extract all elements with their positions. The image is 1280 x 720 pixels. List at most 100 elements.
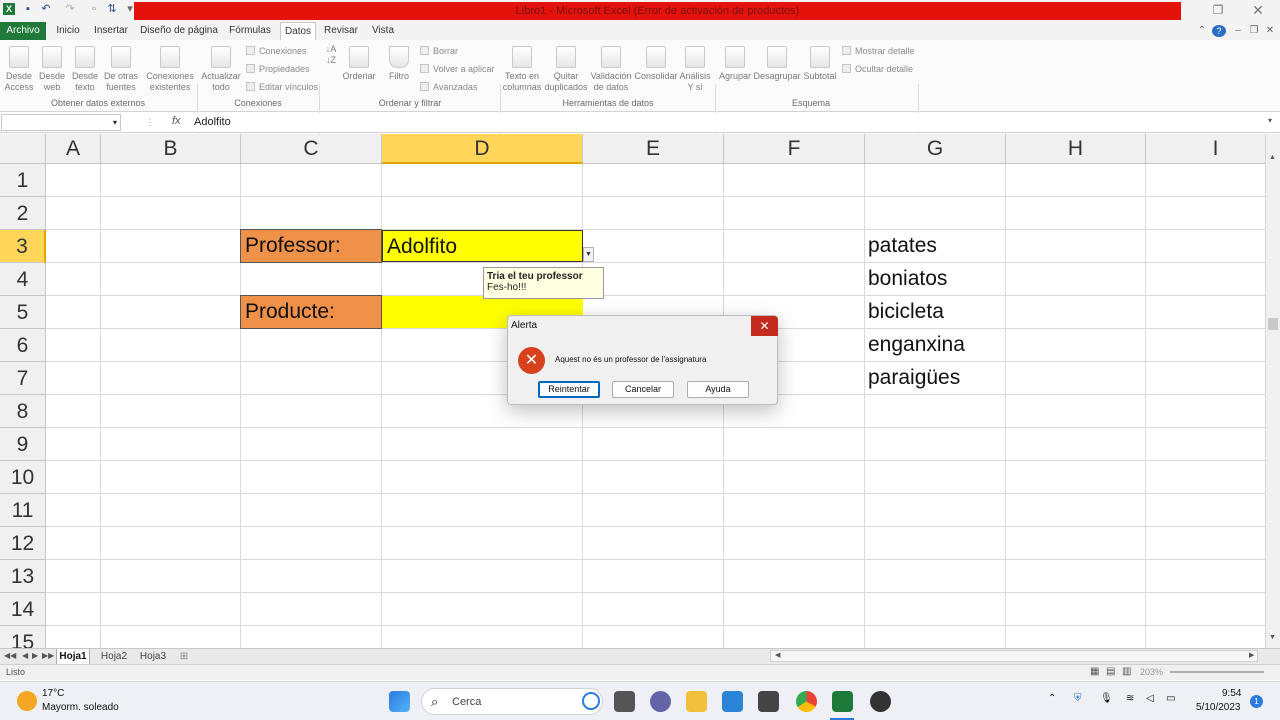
scroll-right-icon[interactable]: ▶ <box>1249 651 1254 659</box>
save-icon[interactable]: ▪ <box>22 3 34 15</box>
ribbon-restore-icon[interactable]: ❐ <box>1248 22 1260 40</box>
tab-archivo[interactable]: Archivo <box>0 22 46 40</box>
ungroup-button[interactable]: Desagrupar <box>753 46 801 82</box>
microphone-icon[interactable]: 🎙 <box>1100 693 1113 704</box>
row-header-14[interactable]: 14 <box>0 593 46 626</box>
column-header-e[interactable]: E <box>583 134 724 164</box>
properties-button[interactable]: Propiedades <box>246 63 310 75</box>
windows-start-icon[interactable] <box>389 691 410 712</box>
cell-g7[interactable]: paraigües <box>864 362 1005 395</box>
select-all-corner[interactable] <box>0 134 46 164</box>
hide-detail-button[interactable]: Ocultar detalle <box>842 63 913 75</box>
edit-links-button[interactable]: Editar vínculos <box>246 81 318 93</box>
clock-date[interactable]: 5/10/2023 <box>1196 702 1241 713</box>
tab-diseno-pagina[interactable]: Diseño de página <box>140 22 218 40</box>
page-layout-icon[interactable]: ▤ <box>1106 666 1115 677</box>
from-access-button[interactable]: Desde Access <box>4 46 34 93</box>
recorder-icon[interactable] <box>870 691 891 712</box>
weather-temp[interactable]: 17°C <box>42 688 64 699</box>
cell-g5[interactable]: bicicleta <box>864 296 1005 329</box>
filter-button[interactable]: Filtro <box>386 46 412 82</box>
close-window-icon[interactable]: ✕ <box>1248 3 1268 17</box>
sort-button[interactable]: Ordenar <box>342 46 376 82</box>
battery-icon[interactable]: ▭ <box>1166 693 1175 704</box>
open-icon[interactable]: ▫ <box>88 3 100 15</box>
show-detail-button[interactable]: Mostrar detalle <box>842 45 915 57</box>
from-text-button[interactable]: Desde texto <box>71 46 99 93</box>
remove-duplicates-button[interactable]: Quitar duplicados <box>544 46 588 93</box>
zoom-level[interactable]: 203% <box>1140 667 1163 677</box>
consolidate-button[interactable]: Consolidar <box>634 46 678 82</box>
help-button[interactable]: Ayuda <box>687 381 749 398</box>
restore-window-icon[interactable]: ❐ <box>1208 3 1228 17</box>
column-header-g[interactable]: G <box>865 134 1006 164</box>
cell-c3[interactable]: Professor: <box>240 229 382 263</box>
clear-button[interactable]: Borrar <box>420 45 458 57</box>
first-sheet-icon[interactable]: ◀◀ <box>4 651 16 660</box>
next-sheet-icon[interactable]: ▶ <box>32 651 38 660</box>
prev-sheet-icon[interactable]: ◀ <box>22 651 28 660</box>
wifi-icon[interactable]: ≋ <box>1126 693 1134 704</box>
scroll-down-icon[interactable]: ▼ <box>1269 634 1276 641</box>
notification-badge[interactable]: 1 <box>1250 695 1263 708</box>
name-box[interactable]: ▾ <box>1 114 121 131</box>
row-header-4[interactable]: 4 <box>0 263 46 296</box>
connections-button[interactable]: Conexiones <box>246 45 307 57</box>
page-break-icon[interactable]: ▥ <box>1122 666 1131 677</box>
excel-taskbar-icon[interactable] <box>832 691 853 712</box>
scrollbar-thumb[interactable] <box>1268 318 1278 330</box>
file-explorer-icon[interactable] <box>686 691 707 712</box>
chrome-icon[interactable] <box>796 691 817 712</box>
redo-icon[interactable]: ↷ <box>64 3 76 15</box>
undo-icon[interactable]: ↶ <box>40 3 52 15</box>
app-icon[interactable] <box>758 691 779 712</box>
row-header-11[interactable]: 11 <box>0 494 46 527</box>
row-header-12[interactable]: 12 <box>0 527 46 560</box>
group-button[interactable]: Agrupar <box>718 46 752 82</box>
minimize-ribbon-icon[interactable]: ⌃ <box>1196 22 1208 40</box>
column-header-f[interactable]: F <box>724 134 865 164</box>
normal-view-icon[interactable]: ▦ <box>1090 666 1099 677</box>
chevron-up-icon[interactable]: ⌃ <box>1048 693 1056 704</box>
task-view-icon[interactable] <box>614 691 635 712</box>
insert-sheet-icon[interactable]: ⊞ <box>176 649 192 664</box>
row-header-6[interactable]: 6 <box>0 329 46 362</box>
row-header-5[interactable]: 5 <box>0 296 46 329</box>
teams-chat-icon[interactable] <box>650 691 671 712</box>
weather-desc[interactable]: Mayorm. soleado <box>42 702 119 713</box>
row-header-7[interactable]: 7 <box>0 362 46 395</box>
taskbar-search[interactable]: ⌕ Cerca <box>421 688 603 715</box>
defender-icon[interactable]: ⛨ <box>1074 693 1082 704</box>
row-header-15[interactable]: 15 <box>0 626 46 648</box>
column-header-d[interactable]: D <box>382 134 583 164</box>
sort-icon[interactable]: ⇅ <box>106 3 118 15</box>
sheet-tab-hoja2[interactable]: Hoja2 <box>96 649 132 664</box>
store-icon[interactable] <box>722 691 743 712</box>
column-header-i[interactable]: I <box>1146 134 1265 164</box>
expand-formula-icon[interactable]: ▾ <box>1268 116 1272 125</box>
advanced-button[interactable]: Avanzadas <box>420 81 477 93</box>
subtotal-button[interactable]: Subtotal <box>802 46 838 82</box>
weather-icon[interactable] <box>17 691 37 711</box>
what-if-button[interactable]: Análisis Y si <box>679 46 711 93</box>
cell-c5[interactable]: Producte: <box>240 295 382 329</box>
last-sheet-icon[interactable]: ▶▶ <box>42 651 54 660</box>
cell-g4[interactable]: boniatos <box>864 263 1005 296</box>
ribbon-minimize-icon[interactable]: – <box>1232 22 1244 40</box>
zoom-slider[interactable] <box>1170 671 1264 673</box>
sort-az-icon[interactable]: ↓A ↓Z <box>325 44 337 66</box>
row-header-10[interactable]: 10 <box>0 461 46 494</box>
cell-g6[interactable]: enganxina <box>864 329 1005 362</box>
fx-icon[interactable]: fx <box>172 115 181 127</box>
formula-input[interactable]: Adolfito <box>190 114 1265 131</box>
sheet-tab-hoja3[interactable]: Hoja3 <box>136 649 170 664</box>
tab-revisar[interactable]: Revisar <box>322 22 360 40</box>
scroll-up-icon[interactable]: ▲ <box>1269 154 1276 161</box>
scroll-left-icon[interactable]: ◀ <box>775 651 780 659</box>
reapply-button[interactable]: Volver a aplicar <box>420 63 495 75</box>
tab-insertar[interactable]: Insertar <box>92 22 130 40</box>
row-header-1[interactable]: 1 <box>0 164 46 197</box>
other-sources-button[interactable]: De otras fuentes <box>102 46 140 93</box>
column-header-c[interactable]: C <box>241 134 382 164</box>
row-header-9[interactable]: 9 <box>0 428 46 461</box>
